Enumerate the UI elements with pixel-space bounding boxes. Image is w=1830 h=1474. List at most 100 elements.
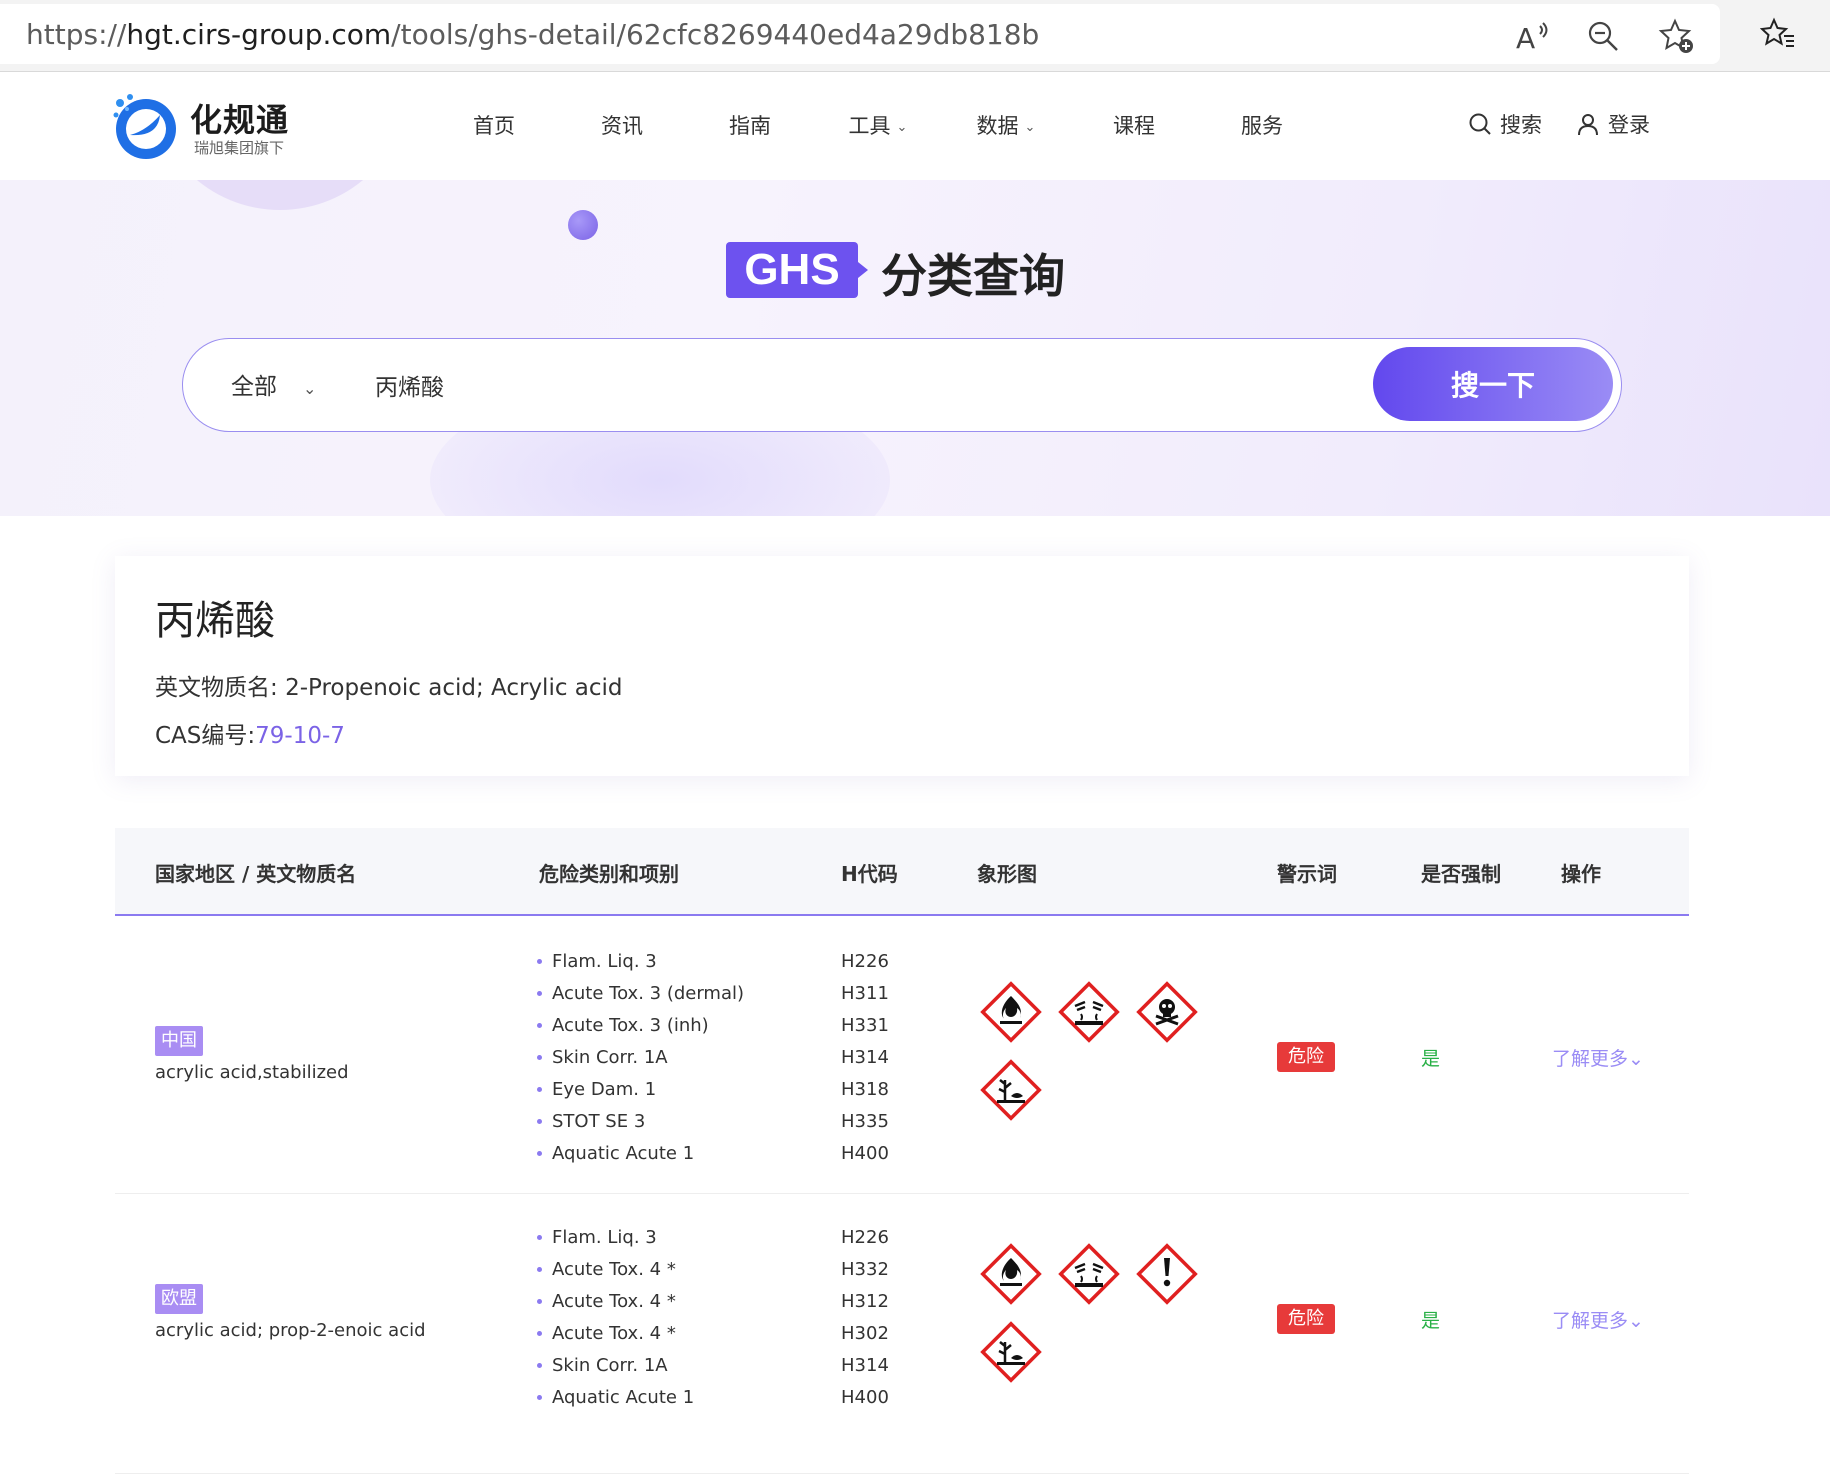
learn-more-link[interactable]: 了解更多⌄: [1552, 1044, 1644, 1071]
chevron-down-icon: ⌄: [1628, 1048, 1644, 1070]
english-name-label: 英文物质名:: [155, 675, 278, 701]
zoom-out-icon[interactable]: [1585, 18, 1621, 54]
mandatory-status: 是: [1421, 1306, 1440, 1333]
signal-word-badge: 危险: [1277, 1042, 1335, 1072]
mandatory-status: 是: [1421, 1044, 1440, 1071]
search-input[interactable]: [375, 359, 1175, 411]
hazard-class-item: Flam. Liq. 3: [537, 1222, 694, 1254]
hazard-class-item: Flam. Liq. 3: [537, 946, 744, 978]
column-header-hazard-class: 危险类别和项别: [539, 858, 679, 887]
chevron-down-icon: ⌄: [1025, 74, 1036, 181]
hazard-class-item: Aquatic Acute 1: [537, 1138, 744, 1170]
ghs-classification-table: 国家地区 / 英文物质名 危险类别和项别 H代码 象形图 警示词 是否强制 操作…: [115, 828, 1689, 1474]
chevron-down-icon: ⌄: [897, 74, 908, 181]
h-code-item: H335: [841, 1106, 889, 1138]
hazard-class-item: STOT SE 3: [537, 1106, 744, 1138]
decorative-dot: [568, 210, 598, 240]
nav-item-guide[interactable]: 指南: [686, 73, 814, 180]
learn-more-link[interactable]: 了解更多⌄: [1552, 1306, 1644, 1333]
h-code-item: H311: [841, 978, 889, 1010]
hazard-class-item: Acute Tox. 4 *: [537, 1286, 694, 1318]
h-code-item: H400: [841, 1382, 889, 1414]
hazard-class-item: Acute Tox. 4 *: [537, 1318, 694, 1350]
table-row: 中国 acrylic acid,stabilized Flam. Liq. 3 …: [115, 916, 1689, 1194]
search-scope-select[interactable]: 全部⌄: [231, 367, 316, 401]
cas-row: CAS编号:79-10-7: [155, 716, 345, 750]
ghs-badge: GHS: [726, 242, 858, 298]
corrosion-icon: [1055, 1240, 1123, 1308]
header-search-link[interactable]: 搜索: [1468, 109, 1542, 139]
hazard-class-item: Skin Corr. 1A: [537, 1350, 694, 1382]
h-code-item: H318: [841, 1074, 889, 1106]
user-icon: [1576, 112, 1600, 136]
h-code-list: H226 H332 H312 H302 H314 H400: [841, 1222, 889, 1414]
column-header-region: 国家地区 / 英文物质名: [155, 858, 356, 887]
region-substance-name: acrylic acid; prop-2-enoic acid: [155, 1320, 426, 1341]
hazard-class-list: Flam. Liq. 3 Acute Tox. 3 (dermal) Acute…: [537, 946, 744, 1170]
nav-item-services[interactable]: 服务: [1198, 73, 1326, 180]
flame-icon: [977, 1240, 1045, 1308]
nav-item-data[interactable]: 数据⌄: [942, 73, 1070, 180]
h-code-list: H226 H311 H331 H314 H318 H335 H400: [841, 946, 889, 1170]
cas-number-link[interactable]: 79-10-7: [255, 723, 345, 749]
h-code-item: H400: [841, 1138, 889, 1170]
search-icon: [1468, 112, 1492, 136]
h-code-item: H314: [841, 1350, 889, 1382]
english-name-row: 英文物质名: 2-Propenoic acid; Acrylic acid: [155, 668, 623, 702]
table-row: 欧盟 acrylic acid; prop-2-enoic acid Flam.…: [115, 1194, 1689, 1474]
hero-title-text: 分类查询: [881, 240, 1065, 306]
search-bar: 全部⌄ 搜一下: [182, 338, 1622, 432]
browser-toolbar: https://hgt.cirs-group.com/tools/ghs-det…: [0, 0, 1830, 72]
exclamation-icon: [1133, 1240, 1201, 1308]
header-login-link[interactable]: 登录: [1576, 109, 1650, 139]
hazard-class-item: Eye Dam. 1: [537, 1074, 744, 1106]
read-aloud-icon[interactable]: A: [1514, 18, 1550, 54]
substance-info-card: 丙烯酸 英文物质名: 2-Propenoic acid; Acrylic aci…: [115, 556, 1689, 776]
column-header-pictogram: 象形图: [977, 858, 1037, 887]
hazard-class-item: Acute Tox. 3 (inh): [537, 1010, 744, 1042]
h-code-item: H314: [841, 1042, 889, 1074]
chevron-down-icon: ⌄: [1628, 1310, 1644, 1332]
region-tag: 欧盟: [155, 1284, 203, 1314]
column-header-action: 操作: [1561, 858, 1601, 887]
url-text[interactable]: https://hgt.cirs-group.com/tools/ghs-det…: [26, 18, 1039, 51]
nav-item-tools[interactable]: 工具⌄: [814, 73, 942, 180]
chevron-down-icon: ⌄: [303, 379, 316, 398]
column-header-mandatory: 是否强制: [1421, 858, 1501, 887]
column-header-h-code: H代码: [841, 858, 898, 887]
hazard-class-item: Skin Corr. 1A: [537, 1042, 744, 1074]
hero-banner: GHS 分类查询 全部⌄ 搜一下: [0, 180, 1830, 516]
hazard-class-list: Flam. Liq. 3 Acute Tox. 4 * Acute Tox. 4…: [537, 1222, 694, 1414]
environment-icon: [977, 1056, 1045, 1124]
h-code-item: H312: [841, 1286, 889, 1318]
add-favorite-icon[interactable]: [1658, 18, 1694, 54]
cas-label: CAS编号:: [155, 723, 255, 749]
svg-text:A: A: [1516, 22, 1535, 54]
nav-item-home[interactable]: 首页: [430, 73, 558, 180]
address-bar[interactable]: https://hgt.cirs-group.com/tools/ghs-det…: [0, 4, 1720, 64]
h-code-item: H302: [841, 1318, 889, 1350]
region-tag: 中国: [155, 1026, 203, 1056]
english-name-value: 2-Propenoic acid; Acrylic acid: [285, 675, 622, 701]
site-header: 化规通 瑞旭集团旗下 首页 资讯 指南 工具⌄ 数据⌄ 课程 服务 搜索 登录: [0, 73, 1830, 180]
h-code-item: H226: [841, 946, 889, 978]
logo-title: 化规通: [190, 95, 289, 141]
column-header-signal-word: 警示词: [1277, 858, 1337, 887]
substance-name: 丙烯酸: [155, 588, 275, 646]
h-code-item: H226: [841, 1222, 889, 1254]
nav-item-courses[interactable]: 课程: [1070, 73, 1198, 180]
main-nav: 首页 资讯 指南 工具⌄ 数据⌄ 课程 服务: [430, 73, 1326, 180]
table-header: 国家地区 / 英文物质名 危险类别和项别 H代码 象形图 警示词 是否强制 操作: [115, 828, 1689, 916]
environment-icon: [977, 1318, 1045, 1386]
search-button[interactable]: 搜一下: [1373, 347, 1613, 421]
favorites-icon[interactable]: [1760, 16, 1796, 52]
signal-word-badge: 危险: [1277, 1304, 1335, 1334]
logo[interactable]: 化规通 瑞旭集团旗下: [112, 93, 302, 163]
corrosion-icon: [1055, 978, 1123, 1046]
h-code-item: H331: [841, 1010, 889, 1042]
nav-item-news[interactable]: 资讯: [558, 73, 686, 180]
flame-icon: [977, 978, 1045, 1046]
region-substance-name: acrylic acid,stabilized: [155, 1062, 349, 1083]
h-code-item: H332: [841, 1254, 889, 1286]
hazard-class-item: Acute Tox. 4 *: [537, 1254, 694, 1286]
